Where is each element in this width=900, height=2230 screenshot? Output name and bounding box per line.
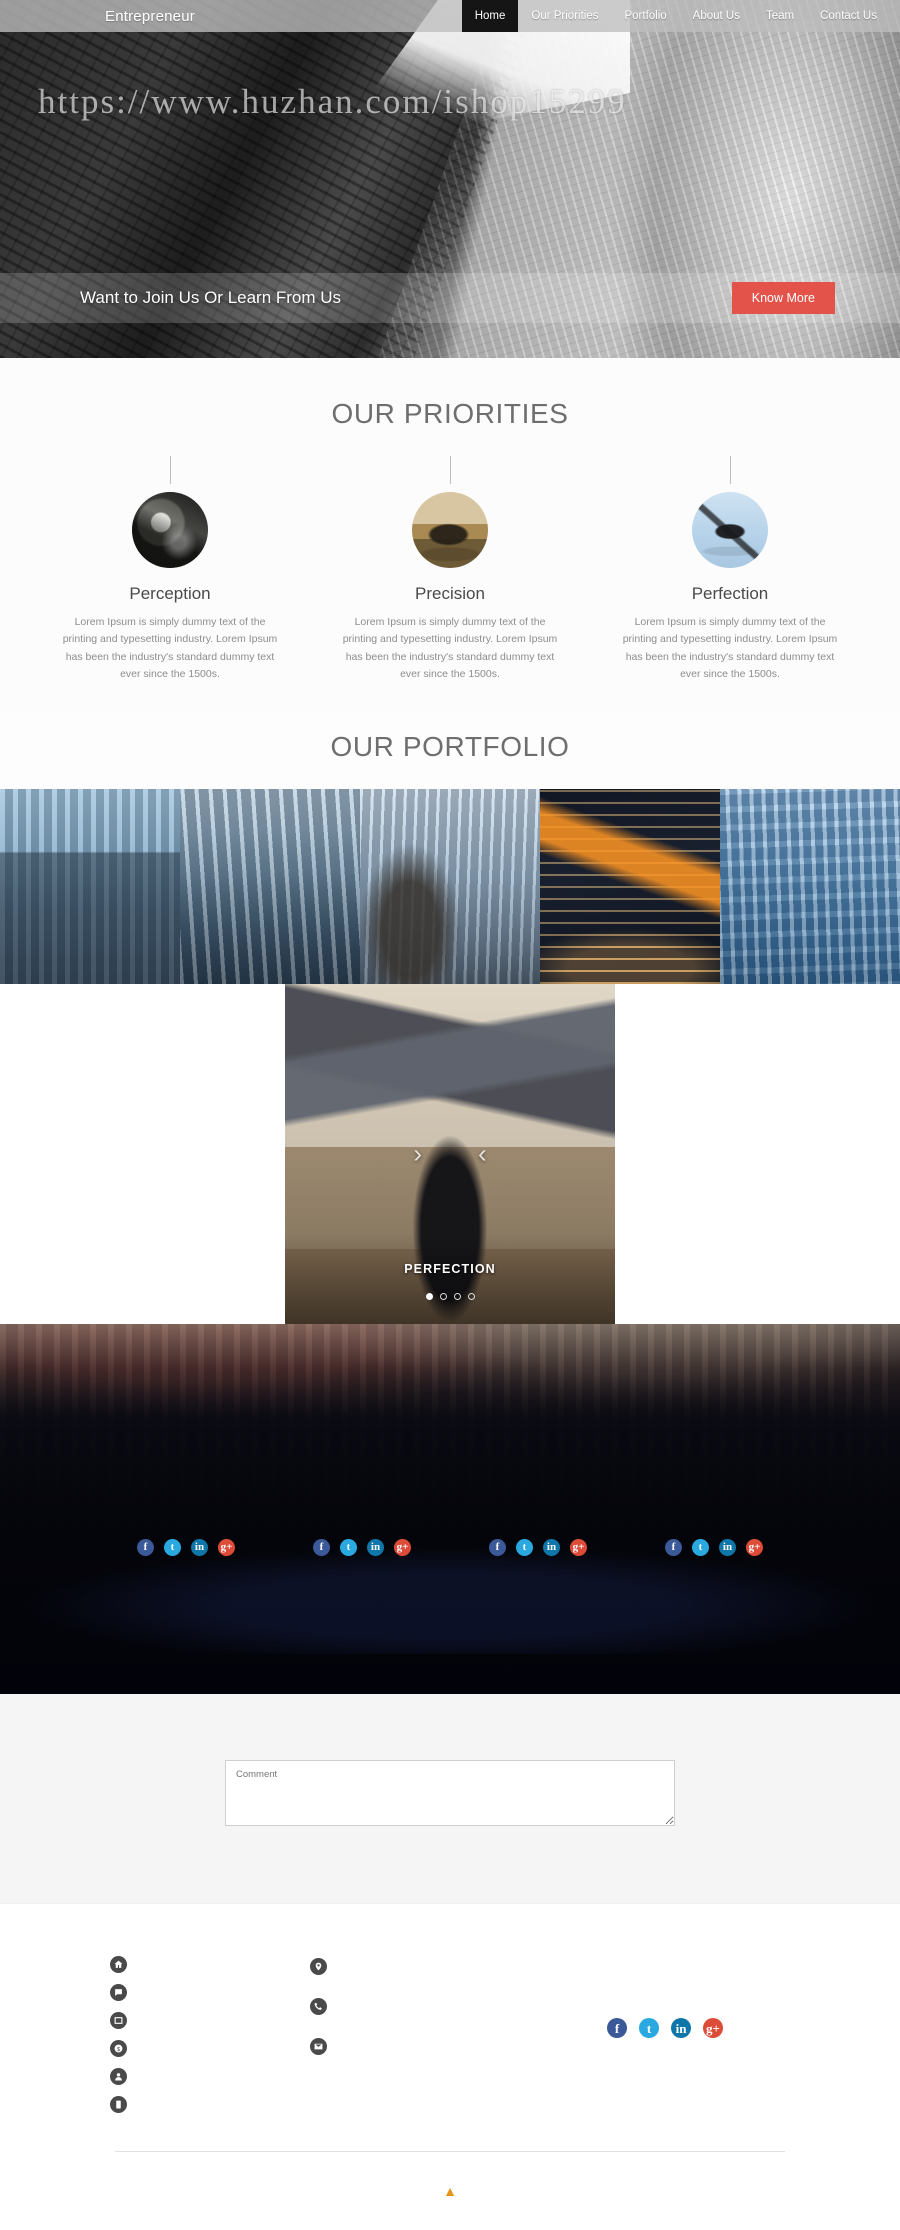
hero-cta-text: Want to Join Us Or Learn From Us (80, 288, 342, 307)
portfolio-thumbnail-row (0, 789, 900, 985)
facebook-icon[interactable]: f (665, 1539, 682, 1557)
priority-description: Lorem Ipsum is simply dummy text of the … (62, 616, 278, 680)
team-member-social-1: f t in g+ (137, 1539, 235, 1557)
portfolio-thumb-illuminated-building[interactable] (540, 789, 720, 985)
portfolio-thumb-glass-office[interactable] (720, 789, 900, 985)
hero-banner: https://www.huzhan.com/ishop15299 Entrep… (0, 0, 900, 358)
portfolio-thumb-canary-wharf[interactable] (180, 789, 360, 985)
site-footer: $ f t in g+ ▲ (0, 1903, 900, 2230)
priority-title: Perception (129, 584, 211, 603)
priority-description: Lorem Ipsum is simply dummy text of the … (342, 616, 558, 680)
page-root: https://www.huzhan.com/ishop15299 Entrep… (0, 0, 900, 2230)
twitter-icon[interactable]: t (340, 1539, 357, 1557)
priority-card-precision: Precision Lorem Ipsum is simply dummy te… (320, 456, 580, 683)
brand-logo[interactable]: Entrepreneur (105, 8, 195, 25)
nav-item-home[interactable]: Home (461, 0, 519, 32)
priority-title: Perfection (691, 584, 769, 603)
priority-title: Precision (415, 584, 485, 603)
main-nav: Home Our Priorities Portfolio About Us T… (461, 0, 900, 32)
slider-caption: PERFECTION (404, 1262, 496, 1277)
nav-item-our-priorities[interactable]: Our Priorities (518, 0, 611, 32)
email-icon[interactable] (310, 2038, 327, 2056)
comment-section (0, 1694, 900, 1904)
priority-connector-line (170, 456, 171, 484)
linkedin-icon[interactable]: in (719, 1539, 736, 1557)
googleplus-icon[interactable]: g+ (570, 1539, 587, 1557)
perception-image-icon (132, 492, 208, 568)
priority-card-perfection: Perfection Lorem Ipsum is simply dummy t… (600, 456, 860, 683)
facebook-icon[interactable]: f (313, 1539, 330, 1557)
nav-item-about-us[interactable]: About Us (680, 0, 753, 32)
portfolio-title: OUR PORTFOLIO (330, 731, 570, 763)
twitter-icon[interactable]: t (692, 1539, 709, 1557)
hero-cta-strip: Want to Join Us Or Learn From Us Know Mo… (0, 273, 900, 323)
slider-next-arrow-icon[interactable]: › (413, 1139, 422, 1170)
googleplus-icon[interactable]: g+ (218, 1539, 235, 1557)
precision-image-icon (412, 492, 488, 568)
comment-input[interactable] (225, 1760, 675, 1827)
perfection-image-icon (692, 492, 768, 568)
footer-links-column: $ (110, 1956, 310, 2114)
slider-prev-arrow-icon[interactable]: ‹ (478, 1139, 487, 1170)
priority-description: Lorem Ipsum is simply dummy text of the … (622, 616, 838, 680)
footer-contact-column (310, 1956, 540, 2056)
twitter-icon[interactable]: t (164, 1539, 181, 1557)
portfolio-slider: ‹ PERFECTION › (0, 984, 900, 1325)
footer-social-column: f t in g+ (540, 1956, 790, 2039)
priorities-title: OUR PRIORITIES (331, 398, 569, 429)
facebook-icon[interactable]: f (137, 1539, 154, 1557)
linkedin-icon[interactable]: in (367, 1539, 384, 1557)
nav-item-team[interactable]: Team (753, 0, 807, 32)
location-icon[interactable] (310, 1958, 327, 1976)
slider-dot-2[interactable] (439, 1293, 447, 1301)
team-social-row: f t in g+ f t in g+ f t in g+ f t in g+ (0, 1539, 900, 1557)
know-more-button[interactable]: Know More (731, 282, 835, 314)
nav-item-portfolio[interactable]: Portfolio (611, 0, 679, 32)
team-member-social-4: f t in g+ (665, 1539, 763, 1557)
slider-dots (285, 1293, 615, 1301)
team-member-social-3: f t in g+ (489, 1539, 587, 1557)
linkedin-icon[interactable]: in (543, 1539, 560, 1557)
twitter-icon[interactable]: t (639, 2018, 659, 2039)
team-section: f t in g+ f t in g+ f t in g+ f t in g+ (0, 1324, 900, 1695)
priority-connector-line (730, 456, 731, 484)
priorities-grid: Perception Lorem Ipsum is simply dummy t… (0, 456, 900, 683)
comment-wrapper (225, 1760, 675, 1831)
nav-item-contact-us[interactable]: Contact Us (807, 0, 890, 32)
scroll-to-top-icon[interactable]: ▲ (443, 2184, 457, 2198)
linkedin-icon[interactable]: in (191, 1539, 208, 1557)
priorities-section: OUR PRIORITIES Perception Lorem Ipsum is… (0, 358, 900, 712)
portfolio-icon[interactable] (110, 2012, 127, 2030)
googleplus-icon[interactable]: g+ (746, 1539, 763, 1557)
pricing-icon[interactable]: $ (110, 2040, 127, 2058)
chat-icon[interactable] (110, 1984, 127, 2002)
twitter-icon[interactable]: t (516, 1539, 533, 1557)
footer-bottom-bar: ▲ (0, 2152, 900, 2230)
top-navigation-bar: Entrepreneur Home Our Priorities Portfol… (0, 0, 900, 32)
portfolio-thumb-tower[interactable] (360, 789, 540, 985)
portfolio-thumb-city-skyline[interactable] (0, 789, 180, 985)
priority-card-perception: Perception Lorem Ipsum is simply dummy t… (40, 456, 300, 683)
facebook-icon[interactable]: f (489, 1539, 506, 1557)
slider-dot-1[interactable] (425, 1293, 433, 1301)
googleplus-icon[interactable]: g+ (394, 1539, 411, 1557)
priority-connector-line (450, 456, 451, 484)
slider-active-slide[interactable]: PERFECTION (285, 984, 615, 1325)
googleplus-icon[interactable]: g+ (703, 2018, 723, 2039)
slider-dot-3[interactable] (453, 1293, 461, 1301)
home-icon[interactable] (110, 1956, 127, 1974)
phone-icon[interactable] (310, 1998, 327, 2016)
facebook-icon[interactable]: f (607, 2018, 627, 2039)
mobile-icon[interactable] (110, 2096, 127, 2114)
portfolio-section: OUR PORTFOLIO ‹ PERFECTION › (0, 711, 900, 1325)
linkedin-icon[interactable]: in (671, 2018, 691, 2039)
team-icon[interactable] (110, 2068, 127, 2086)
footer-columns: $ f t in g+ (0, 1956, 900, 2114)
slider-dot-4[interactable] (467, 1293, 475, 1301)
team-member-social-2: f t in g+ (313, 1539, 411, 1557)
